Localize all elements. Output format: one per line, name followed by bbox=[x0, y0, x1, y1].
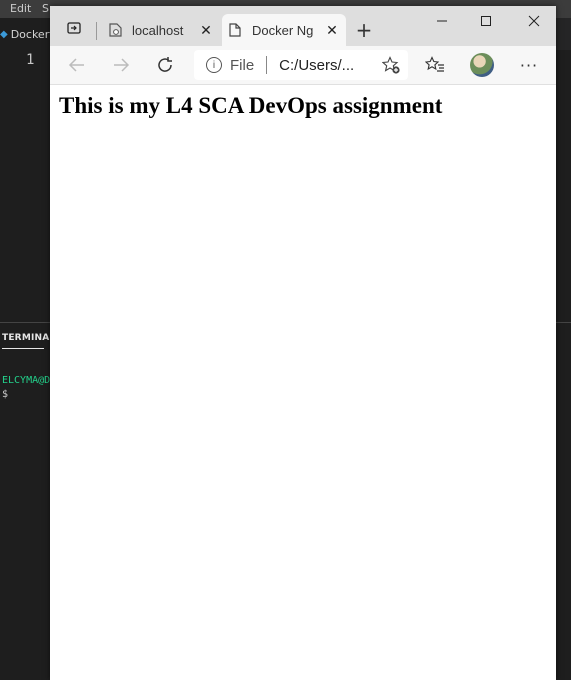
page-heading: This is my L4 SCA DevOps assignment bbox=[59, 93, 443, 118]
refresh-icon bbox=[158, 57, 172, 72]
active-tab-indicator bbox=[2, 348, 44, 349]
line-number: 1 bbox=[26, 52, 35, 68]
more-button[interactable]: ··· bbox=[518, 54, 540, 76]
close-icon[interactable]: ✕ bbox=[198, 22, 214, 39]
info-icon[interactable]: i bbox=[206, 57, 222, 73]
tab-localhost[interactable]: localhost ✕ bbox=[102, 14, 220, 46]
close-window-button[interactable] bbox=[516, 10, 552, 32]
tab-actions-icon bbox=[67, 21, 81, 39]
address-url[interactable]: C:/Users/... bbox=[279, 57, 354, 74]
tab-actions-button[interactable] bbox=[60, 18, 88, 42]
page-content: This is my L4 SCA DevOps assignment bbox=[50, 85, 556, 680]
maximize-button[interactable] bbox=[468, 10, 504, 32]
tab-title: localhost bbox=[132, 22, 184, 38]
page-favicon-icon bbox=[228, 23, 242, 37]
address-separator bbox=[266, 56, 268, 74]
docker-icon: ◆ bbox=[0, 28, 8, 40]
more-icon: ··· bbox=[519, 55, 539, 75]
terminal-prompt: ELCYMA@D bbox=[2, 375, 51, 386]
back-arrow-icon bbox=[68, 58, 84, 72]
back-button[interactable] bbox=[64, 52, 90, 78]
profile-avatar[interactable] bbox=[470, 53, 494, 77]
minimize-icon bbox=[437, 20, 447, 22]
minimize-button[interactable] bbox=[424, 10, 460, 32]
maximize-icon bbox=[481, 16, 491, 26]
menu-selection[interactable]: S bbox=[42, 2, 49, 15]
favorites-button[interactable] bbox=[424, 54, 446, 76]
address-scheme: File bbox=[230, 56, 255, 74]
vscode-tab-dockerfile[interactable]: ◆ Dockerfi bbox=[0, 18, 56, 50]
terminal-input-line[interactable]: $ bbox=[2, 389, 8, 400]
tab-title: Docker Ng bbox=[252, 22, 314, 38]
tab-terminal[interactable]: TERMINAL bbox=[2, 333, 55, 343]
tab-separator bbox=[96, 22, 97, 40]
new-tab-button[interactable]: + bbox=[352, 18, 376, 42]
refresh-button[interactable] bbox=[152, 52, 178, 78]
forward-button[interactable] bbox=[108, 52, 134, 78]
browser-window: localhost ✕ Docker Ng ✕ + i File C:/User… bbox=[50, 6, 556, 680]
browser-toolbar: i File C:/Users/... ··· bbox=[50, 46, 556, 85]
browser-titlebar: localhost ✕ Docker Ng ✕ + bbox=[50, 6, 556, 46]
favorites-icon bbox=[425, 56, 444, 72]
address-bar[interactable]: i File C:/Users/... bbox=[194, 50, 408, 80]
page-favicon-icon bbox=[108, 23, 122, 37]
tab-docker[interactable]: Docker Ng ✕ bbox=[222, 14, 346, 46]
menu-edit[interactable]: Edit bbox=[10, 2, 31, 15]
forward-arrow-icon bbox=[114, 58, 130, 72]
plus-icon: + bbox=[355, 18, 373, 42]
add-favorite-icon[interactable] bbox=[381, 56, 400, 79]
close-icon[interactable]: ✕ bbox=[324, 22, 340, 39]
close-icon bbox=[528, 15, 540, 27]
